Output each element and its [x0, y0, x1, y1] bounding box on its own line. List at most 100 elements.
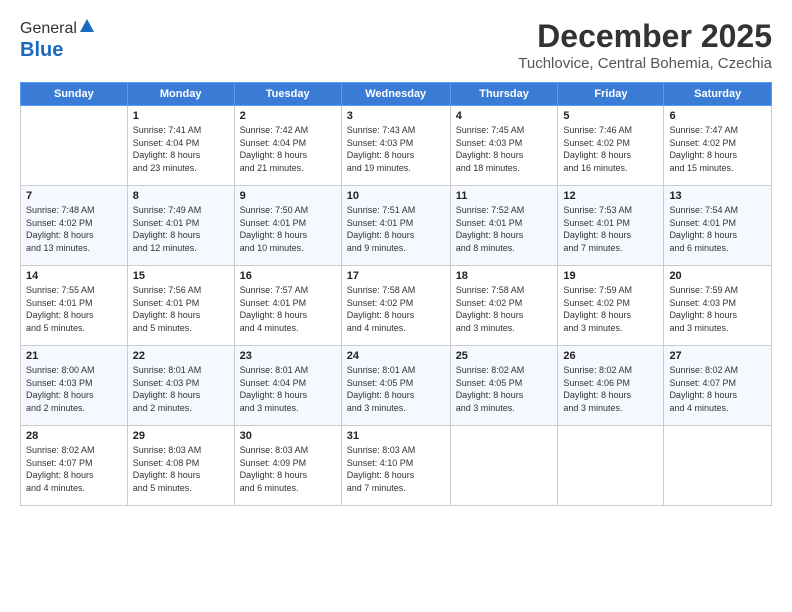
day-info: Sunrise: 8:03 AM Sunset: 4:08 PM Dayligh… — [133, 444, 229, 494]
day-cell: 29 Sunrise: 8:03 AM Sunset: 4:08 PM Dayli… — [127, 426, 234, 506]
header: General Blue December 2025 Tuchlovice, C… — [20, 18, 772, 72]
day-number: 6 — [669, 110, 766, 122]
day-info: Sunrise: 7:50 AM Sunset: 4:01 PM Dayligh… — [240, 204, 336, 254]
day-info: Sunrise: 7:43 AM Sunset: 4:03 PM Dayligh… — [347, 124, 445, 174]
day-info: Sunrise: 7:48 AM Sunset: 4:02 PM Dayligh… — [26, 204, 122, 254]
day-info: Sunrise: 7:55 AM Sunset: 4:01 PM Dayligh… — [26, 284, 122, 334]
logo-general-text: General — [20, 20, 77, 38]
day-info: Sunrise: 8:02 AM Sunset: 4:05 PM Dayligh… — [456, 364, 553, 414]
day-cell: 28Sunrise: 8:02 AM Sunset: 4:07 PM Dayli… — [21, 426, 128, 506]
day-cell: 11 Sunrise: 7:52 AM Sunset: 4:01 PM Dayli… — [450, 186, 558, 266]
day-info: Sunrise: 7:56 AM Sunset: 4:01 PM Dayligh… — [133, 284, 229, 334]
day-info: Sunrise: 7:49 AM Sunset: 4:01 PM Dayligh… — [133, 204, 229, 254]
day-info: Sunrise: 7:46 AM Sunset: 4:02 PM Dayligh… — [563, 124, 658, 174]
day-cell — [664, 426, 772, 506]
day-cell: 6 Sunrise: 7:47 AM Sunset: 4:02 PM Daylig… — [664, 106, 772, 186]
day-cell: 13 Sunrise: 7:54 AM Sunset: 4:01 PM Dayli… — [664, 186, 772, 266]
day-info: Sunrise: 8:01 AM Sunset: 4:05 PM Dayligh… — [347, 364, 445, 414]
day-info: Sunrise: 7:47 AM Sunset: 4:02 PM Dayligh… — [669, 124, 766, 174]
day-number: 31 — [347, 430, 445, 442]
day-number: 28 — [26, 430, 122, 442]
header-cell-sunday: Sunday — [21, 83, 128, 106]
day-number: 17 — [347, 270, 445, 282]
day-number: 18 — [456, 270, 553, 282]
day-cell — [21, 106, 128, 186]
calendar-header: SundayMondayTuesdayWednesdayThursdayFrid… — [21, 83, 772, 106]
day-number: 16 — [240, 270, 336, 282]
day-number: 19 — [563, 270, 658, 282]
day-cell: 5 Sunrise: 7:46 AM Sunset: 4:02 PM Daylig… — [558, 106, 664, 186]
header-cell-thursday: Thursday — [450, 83, 558, 106]
header-cell-saturday: Saturday — [664, 83, 772, 106]
day-number: 14 — [26, 270, 122, 282]
day-info: Sunrise: 8:03 AM Sunset: 4:09 PM Dayligh… — [240, 444, 336, 494]
day-number: 25 — [456, 350, 553, 362]
logo-blue-text: Blue — [20, 39, 63, 62]
day-cell: 7 Sunrise: 7:48 AM Sunset: 4:02 PM Daylig… — [21, 186, 128, 266]
day-cell: 14 Sunrise: 7:55 AM Sunset: 4:01 PM Dayli… — [21, 266, 128, 346]
day-info: Sunrise: 7:42 AM Sunset: 4:04 PM Dayligh… — [240, 124, 336, 174]
day-number: 10 — [347, 190, 445, 202]
day-info: Sunrise: 8:03 AM Sunset: 4:10 PM Dayligh… — [347, 444, 445, 494]
day-info: Sunrise: 7:58 AM Sunset: 4:02 PM Dayligh… — [456, 284, 553, 334]
day-cell: 21 Sunrise: 8:00 AM Sunset: 4:03 PM Dayli… — [21, 346, 128, 426]
day-info: Sunrise: 7:45 AM Sunset: 4:03 PM Dayligh… — [456, 124, 553, 174]
day-cell: 2Sunrise: 7:42 AM Sunset: 4:04 PM Daylig… — [234, 106, 341, 186]
header-cell-wednesday: Wednesday — [341, 83, 450, 106]
calendar-body: 1Sunrise: 7:41 AM Sunset: 4:04 PM Daylig… — [21, 106, 772, 506]
calendar-table: SundayMondayTuesdayWednesdayThursdayFrid… — [20, 82, 772, 506]
day-number: 5 — [563, 110, 658, 122]
day-number: 30 — [240, 430, 336, 442]
day-info: Sunrise: 7:53 AM Sunset: 4:01 PM Dayligh… — [563, 204, 658, 254]
day-info: Sunrise: 7:51 AM Sunset: 4:01 PM Dayligh… — [347, 204, 445, 254]
day-number: 20 — [669, 270, 766, 282]
day-cell: 31 Sunrise: 8:03 AM Sunset: 4:10 PM Dayli… — [341, 426, 450, 506]
day-cell: 20 Sunrise: 7:59 AM Sunset: 4:03 PM Dayli… — [664, 266, 772, 346]
day-info: Sunrise: 8:02 AM Sunset: 4:07 PM Dayligh… — [669, 364, 766, 414]
logo: General Blue — [20, 18, 95, 62]
day-info: Sunrise: 7:58 AM Sunset: 4:02 PM Dayligh… — [347, 284, 445, 334]
day-cell: 9Sunrise: 7:50 AM Sunset: 4:01 PM Daylig… — [234, 186, 341, 266]
day-cell: 4 Sunrise: 7:45 AM Sunset: 4:03 PM Daylig… — [450, 106, 558, 186]
day-cell: 10 Sunrise: 7:51 AM Sunset: 4:01 PM Dayli… — [341, 186, 450, 266]
week-row-4: 28Sunrise: 8:02 AM Sunset: 4:07 PM Dayli… — [21, 426, 772, 506]
day-info: Sunrise: 7:54 AM Sunset: 4:01 PM Dayligh… — [669, 204, 766, 254]
day-info: Sunrise: 8:00 AM Sunset: 4:03 PM Dayligh… — [26, 364, 122, 414]
day-info: Sunrise: 7:52 AM Sunset: 4:01 PM Dayligh… — [456, 204, 553, 254]
day-cell: 8 Sunrise: 7:49 AM Sunset: 4:01 PM Daylig… — [127, 186, 234, 266]
page: General Blue December 2025 Tuchlovice, C… — [0, 0, 792, 612]
day-number: 13 — [669, 190, 766, 202]
day-cell: 25 Sunrise: 8:02 AM Sunset: 4:05 PM Dayli… — [450, 346, 558, 426]
day-info: Sunrise: 8:01 AM Sunset: 4:04 PM Dayligh… — [240, 364, 336, 414]
day-cell: 18 Sunrise: 7:58 AM Sunset: 4:02 PM Dayli… — [450, 266, 558, 346]
day-number: 11 — [456, 190, 553, 202]
day-number: 27 — [669, 350, 766, 362]
day-number: 29 — [133, 430, 229, 442]
day-number: 26 — [563, 350, 658, 362]
day-cell: 23 Sunrise: 8:01 AM Sunset: 4:04 PM Dayli… — [234, 346, 341, 426]
day-info: Sunrise: 8:02 AM Sunset: 4:06 PM Dayligh… — [563, 364, 658, 414]
day-number: 12 — [563, 190, 658, 202]
header-row: SundayMondayTuesdayWednesdayThursdayFrid… — [21, 83, 772, 106]
day-cell: 1Sunrise: 7:41 AM Sunset: 4:04 PM Daylig… — [127, 106, 234, 186]
day-cell: 22 Sunrise: 8:01 AM Sunset: 4:03 PM Dayli… — [127, 346, 234, 426]
day-number: 21 — [26, 350, 122, 362]
day-cell: 19Sunrise: 7:59 AM Sunset: 4:02 PM Dayli… — [558, 266, 664, 346]
day-number: 8 — [133, 190, 229, 202]
day-number: 3 — [347, 110, 445, 122]
day-cell — [450, 426, 558, 506]
day-info: Sunrise: 8:01 AM Sunset: 4:03 PM Dayligh… — [133, 364, 229, 414]
header-cell-friday: Friday — [558, 83, 664, 106]
day-number: 23 — [240, 350, 336, 362]
title-month: December 2025 — [518, 18, 772, 55]
day-info: Sunrise: 7:59 AM Sunset: 4:03 PM Dayligh… — [669, 284, 766, 334]
day-info: Sunrise: 7:41 AM Sunset: 4:04 PM Dayligh… — [133, 124, 229, 174]
day-cell: 15Sunrise: 7:56 AM Sunset: 4:01 PM Dayli… — [127, 266, 234, 346]
day-number: 4 — [456, 110, 553, 122]
header-cell-monday: Monday — [127, 83, 234, 106]
day-cell: 12 Sunrise: 7:53 AM Sunset: 4:01 PM Dayli… — [558, 186, 664, 266]
title-location: Tuchlovice, Central Bohemia, Czechia — [518, 55, 772, 72]
day-number: 7 — [26, 190, 122, 202]
day-cell: 17 Sunrise: 7:58 AM Sunset: 4:02 PM Dayli… — [341, 266, 450, 346]
day-number: 22 — [133, 350, 229, 362]
